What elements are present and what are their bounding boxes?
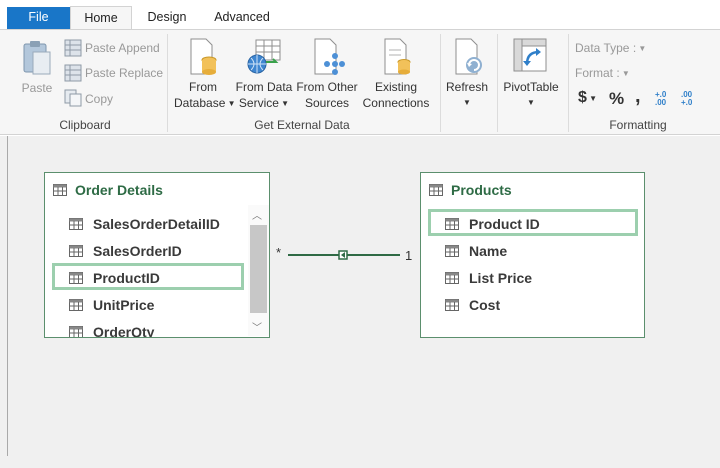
paste-replace-icon <box>64 64 82 82</box>
scroll-thumb[interactable] <box>250 225 267 313</box>
column-name: OrderQty <box>93 324 155 337</box>
relationship-many-marker: * <box>276 245 282 260</box>
column-icon <box>445 272 459 284</box>
column-icon <box>69 245 83 257</box>
table-icon <box>429 184 443 196</box>
products-title: Products <box>451 182 512 198</box>
paste-append-icon <box>64 39 82 57</box>
canvas-left-edge <box>7 136 8 456</box>
existing-connections-icon <box>384 38 411 75</box>
relationship-line[interactable] <box>286 248 402 262</box>
column-name: Name <box>469 243 508 259</box>
pivottable-icon <box>513 38 547 72</box>
column-name: UnitPrice <box>93 297 155 313</box>
column-name: SalesOrderDetailID <box>93 216 220 232</box>
relationship-one-marker: 1 <box>405 248 413 263</box>
column-icon <box>69 218 83 230</box>
refresh-label: Refresh ▼ <box>445 80 489 107</box>
database-icon <box>190 38 217 75</box>
percent-label: % <box>609 89 625 108</box>
scroll-down-icon[interactable]: ﹀ <box>252 319 262 334</box>
separator <box>440 34 441 132</box>
column-name: List Price <box>469 270 533 286</box>
comma-label: , <box>635 85 641 107</box>
tab-home[interactable]: Home <box>70 6 132 30</box>
data-type-label: Data Type : ▼ <box>575 41 647 55</box>
tab-design[interactable]: Design <box>136 6 198 30</box>
separator <box>568 34 569 132</box>
column-icon <box>69 299 83 311</box>
pivottable-label: PivotTable ▼ <box>503 80 559 107</box>
column-name: Cost <box>469 297 501 313</box>
data-service-icon <box>247 39 281 74</box>
scroll-up-icon[interactable]: ︿ <box>252 207 262 222</box>
table-icon <box>53 184 67 196</box>
copy-icon <box>64 89 82 107</box>
column-name: Product ID <box>469 216 540 232</box>
column-icon <box>445 245 459 257</box>
refresh-icon <box>455 38 482 75</box>
paste-replace-label: Paste Replace <box>85 66 164 80</box>
from-data-service-label: From Data Service ▼ <box>235 80 293 110</box>
vertical-scrollbar[interactable]: ︿ ﹀ <box>248 205 269 336</box>
column-icon <box>445 299 459 311</box>
format-label: Format : ▼ <box>575 66 630 80</box>
column-name: SalesOrderID <box>93 243 182 259</box>
increase-decimal-label: +.0 .00 <box>655 90 667 107</box>
tab-file[interactable]: File <box>7 7 70 29</box>
decrease-decimal-label: .00 +.0 <box>681 90 693 107</box>
tab-advanced[interactable]: Advanced <box>206 6 278 30</box>
ribbon: Paste Paste Append Paste Replace Copy Cl… <box>0 29 720 135</box>
order-details-title: Order Details <box>75 182 163 198</box>
column-icon <box>69 272 83 284</box>
existing-connections-label: Existing Connections <box>362 80 430 110</box>
paste-label: Paste <box>21 81 53 95</box>
external-data-group-label: Get External Data <box>254 118 350 132</box>
products-table[interactable]: Products Product ID Name List Price Cost <box>420 172 645 338</box>
copy-label: Copy <box>85 92 114 106</box>
column-name: ProductID <box>93 270 160 286</box>
formatting-group-label: Formatting <box>609 118 667 132</box>
paste-append-label: Paste Append <box>85 41 160 55</box>
ribbon-tabs: File Home Design Advanced <box>0 0 720 30</box>
from-database-label: From Database ▼ <box>174 80 236 110</box>
currency-label: $ ▼ <box>578 89 598 106</box>
separator <box>497 34 498 132</box>
column-icon <box>69 326 83 337</box>
from-other-sources-label: From Other Sources <box>296 80 358 110</box>
other-sources-icon <box>314 38 345 75</box>
paste-icon <box>23 41 51 75</box>
order-details-table[interactable]: Order Details SalesOrderDetailID SalesOr… <box>44 172 270 338</box>
separator <box>167 34 168 132</box>
clipboard-group-label: Clipboard <box>59 118 111 132</box>
column-icon <box>445 218 459 230</box>
clipped-row-container: OrderQty <box>69 321 247 337</box>
